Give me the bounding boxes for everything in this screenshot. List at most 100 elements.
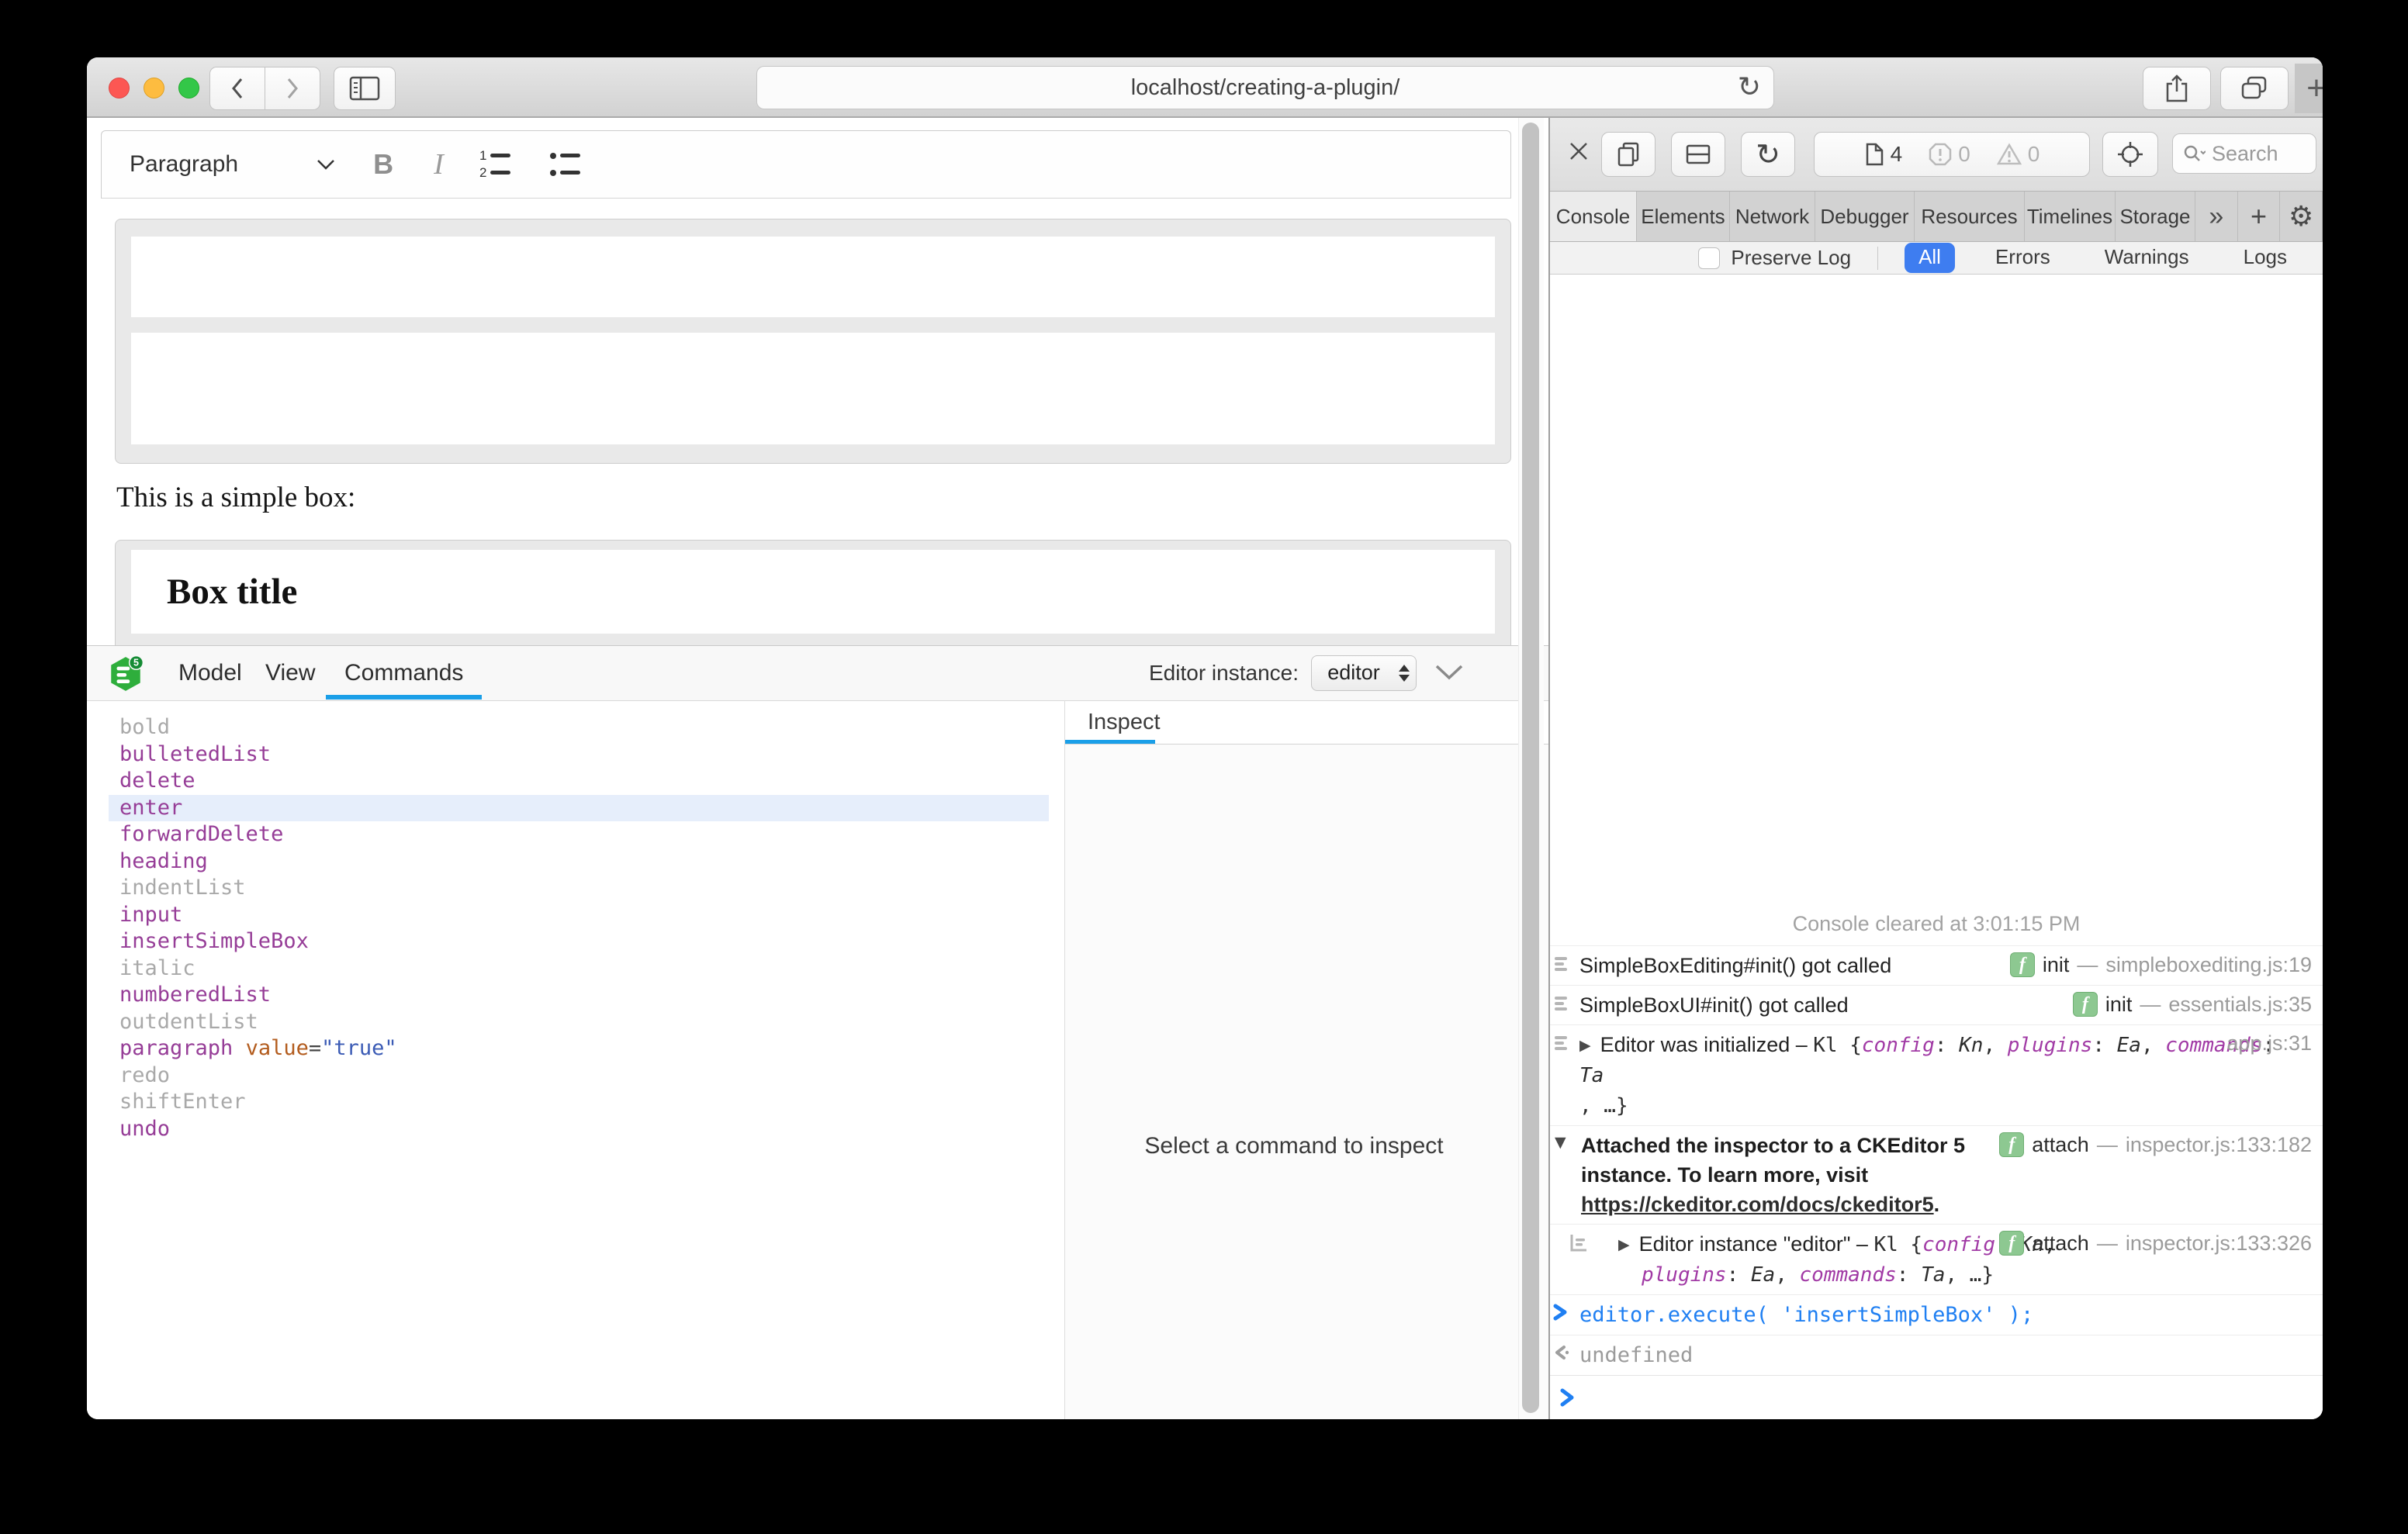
command-list-item[interactable]: shiftEnter [109, 1089, 1049, 1116]
source-location[interactable]: app.js:31 [2226, 1031, 2312, 1055]
simple-box-description-field[interactable] [131, 333, 1495, 444]
close-window-button[interactable] [109, 78, 130, 98]
console-source-meta[interactable]: fattach — inspector.js:133:182 [1999, 1132, 2312, 1157]
bulleted-list-button[interactable] [548, 148, 583, 181]
preserve-log-checkbox[interactable] [1698, 247, 1720, 269]
console-log-icon [1553, 1033, 1572, 1052]
dock-side-button[interactable] [1671, 132, 1725, 177]
command-list-item[interactable]: paragraph value="true" [109, 1035, 1049, 1062]
command-list-item[interactable]: heading [109, 848, 1049, 876]
command-list-item[interactable]: numberedList [109, 982, 1049, 1009]
disclosure-closed-icon[interactable]: ▶ [1579, 1037, 1591, 1054]
source-location[interactable]: simpleboxediting.js:19 [2105, 953, 2312, 977]
command-list-item[interactable]: outdentList [109, 1009, 1049, 1036]
result-arrow-icon [1553, 1343, 1570, 1362]
meta-dash: — [2077, 953, 2098, 977]
close-inspector-icon[interactable] [1567, 140, 1590, 163]
new-tab-button[interactable]: + [2295, 64, 2323, 113]
error-count-badge[interactable]: 0 [1929, 142, 1970, 167]
tab-debugger[interactable]: Debugger [1815, 192, 1915, 241]
paragraph-style-dropdown[interactable]: Paragraph [130, 151, 238, 178]
add-tab-icon[interactable]: + [2238, 192, 2281, 241]
command-list-item[interactable]: bulletedList [109, 741, 1049, 769]
simple-box-widget-empty[interactable] [115, 219, 1511, 464]
command-list-item[interactable]: undo [109, 1116, 1049, 1143]
editor-instance-select[interactable]: editor [1311, 655, 1417, 691]
warning-count-badge[interactable]: 0 [1997, 142, 2040, 167]
editor-instance-label: Editor instance: [1149, 661, 1299, 686]
command-list-item[interactable]: enter [109, 795, 1049, 822]
ck-tab-commands[interactable]: Commands [344, 646, 463, 700]
numbered-list-button[interactable]: 12 [478, 148, 514, 181]
tab-console[interactable]: Console [1550, 192, 1637, 241]
address-bar[interactable]: localhost/creating-a-plugin/ ↻ [756, 66, 1774, 109]
filter-all[interactable]: All [1905, 243, 1955, 273]
console-row-bold[interactable]: ▼Attached the inspector to a CKEditor 5i… [1550, 1125, 2323, 1224]
tab-network[interactable]: Network [1730, 192, 1815, 241]
filter-logs[interactable]: Logs [2230, 243, 2301, 273]
collapse-inspector-chevron-icon[interactable] [1434, 663, 1465, 682]
console-source-meta[interactable]: finit — essentials.js:35 [2073, 992, 2312, 1017]
show-tabs-button[interactable] [2220, 67, 2289, 110]
console-row-command[interactable]: editor.execute( 'insertSimpleBox' ); [1550, 1294, 2323, 1335]
chevron-down-icon[interactable] [316, 158, 336, 171]
zoom-window-button[interactable] [178, 78, 199, 98]
chevron-left-icon [228, 76, 247, 101]
element-picker-button[interactable] [2102, 132, 2158, 177]
scrollbar-thumb[interactable] [1522, 123, 1539, 1413]
box-title-text[interactable]: Box title [167, 571, 297, 613]
simple-box-title-field[interactable] [131, 237, 1495, 317]
page-scrollbar[interactable] [1518, 118, 1544, 1419]
command-list-item[interactable]: insertSimpleBox [109, 928, 1049, 955]
tab-elements[interactable]: Elements [1637, 192, 1730, 241]
reload-page-button[interactable]: ↻ [1741, 132, 1795, 177]
filter-warnings[interactable]: Warnings [2091, 243, 2203, 273]
inspect-tab[interactable]: Inspect [1088, 700, 1161, 744]
gear-icon[interactable]: ⚙ [2280, 192, 2323, 241]
console-row-result[interactable]: undefined [1550, 1335, 2323, 1375]
bold-button[interactable]: B [373, 148, 393, 181]
source-location[interactable]: inspector.js:133:326 [2126, 1232, 2312, 1256]
console-row-log[interactable]: ▶Editor was initialized – Kl {config: Kn… [1550, 1024, 2323, 1125]
forward-button[interactable] [265, 67, 320, 110]
minimize-window-button[interactable] [144, 78, 164, 98]
command-list-item[interactable]: redo [109, 1062, 1049, 1090]
inspector-search-field[interactable]: Search [2172, 133, 2316, 174]
command-list-item[interactable]: input [109, 902, 1049, 929]
simple-box-widget[interactable]: Box title [115, 540, 1511, 649]
tab-timelines[interactable]: Timelines [2025, 192, 2116, 241]
console-source-meta[interactable]: fattach — inspector.js:133:326 [1999, 1231, 2312, 1256]
ck-tab-view[interactable]: View [265, 646, 315, 700]
tab-storage[interactable]: Storage [2116, 192, 2195, 241]
console-source-meta[interactable]: finit — simpleboxediting.js:19 [2010, 952, 2312, 977]
simple-box-title-field[interactable]: Box title [131, 550, 1495, 634]
more-tabs-chevrons-icon[interactable]: » [2195, 192, 2238, 241]
document-count-badge[interactable]: 4 [1864, 142, 1903, 167]
ck-tab-model[interactable]: Model [178, 646, 242, 700]
tab-resources[interactable]: Resources [1915, 192, 2025, 241]
source-location[interactable]: essentials.js:35 [2168, 993, 2312, 1017]
paragraph-text[interactable]: This is a simple box: [116, 481, 355, 514]
console-prompt[interactable] [1550, 1375, 2323, 1419]
share-button[interactable] [2143, 67, 2211, 110]
source-location[interactable]: inspector.js:133:182 [2126, 1133, 2312, 1157]
sidebar-toggle-button[interactable] [334, 67, 396, 110]
disclosure-closed-icon[interactable]: ▶ [1618, 1236, 1630, 1253]
console-text: , [2141, 1034, 2165, 1057]
italic-button[interactable]: I [434, 147, 444, 181]
back-button[interactable] [209, 67, 265, 110]
command-list-item[interactable]: indentList [109, 875, 1049, 902]
console-text: config [1922, 1233, 1995, 1256]
reload-icon[interactable]: ↻ [1738, 71, 1761, 103]
command-list-item[interactable]: delete [109, 768, 1049, 795]
command-list-item[interactable]: forwardDelete [109, 821, 1049, 848]
console-source-meta[interactable]: app.js:31 [2219, 1031, 2312, 1055]
detach-inspector-button[interactable] [1601, 132, 1656, 177]
command-list-item[interactable]: italic [109, 955, 1049, 983]
filter-errors[interactable]: Errors [1981, 243, 2064, 273]
command-list-item[interactable]: bold [109, 714, 1049, 741]
console-row-log[interactable]: SimpleBoxEditing#init() got calledfinit … [1550, 945, 2323, 985]
disclosure-open-icon[interactable]: ▼ [1555, 1134, 1566, 1151]
console-row-nested[interactable]: ▶Editor instance "editor" – Kl {config: … [1550, 1224, 2323, 1294]
console-row-log[interactable]: SimpleBoxUI#init() got calledfinit — ess… [1550, 985, 2323, 1024]
